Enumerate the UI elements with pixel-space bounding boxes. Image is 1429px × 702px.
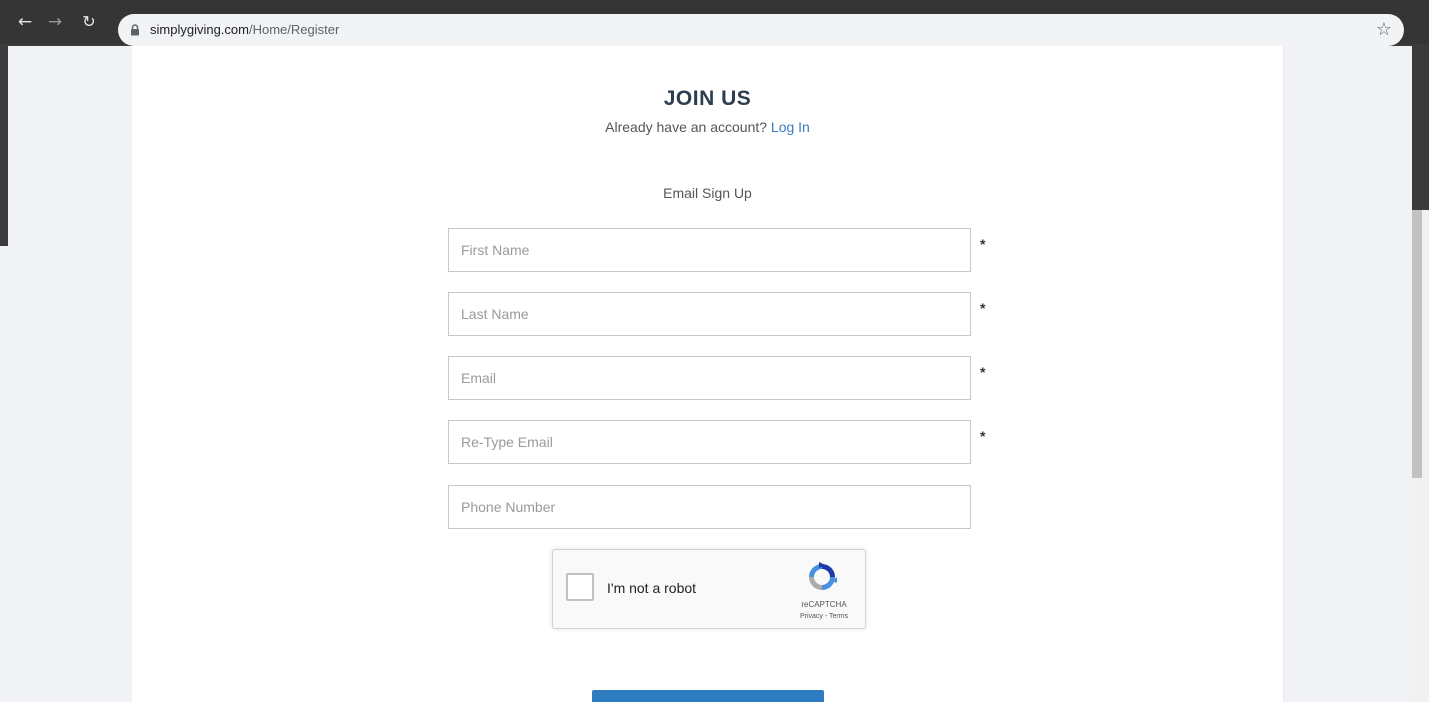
retype-email-required-mark: * — [980, 428, 986, 444]
recaptcha-widget: I'm not a robot reCAPTCHA Privacy - Term… — [552, 549, 866, 629]
submit-button[interactable] — [592, 690, 824, 702]
register-panel: JOIN US Already have an account? Log In … — [132, 46, 1283, 702]
phone-input[interactable] — [448, 485, 971, 529]
retype-email-input[interactable] — [448, 420, 971, 464]
lock-icon — [131, 24, 139, 36]
login-link[interactable]: Log In — [771, 119, 810, 135]
email-signup-label: Email Sign Up — [663, 185, 752, 201]
scrollbar-thumb[interactable] — [1412, 210, 1422, 478]
last-name-input[interactable] — [448, 292, 971, 336]
recaptcha-links[interactable]: Privacy - Terms — [789, 613, 859, 620]
email-required-mark: * — [980, 364, 986, 380]
left-edge — [0, 46, 8, 246]
browser-toolbar: ← → ↻ simplygiving.com/Home/Register ☆ — [0, 0, 1429, 46]
content-divider — [1283, 46, 1284, 702]
star-icon[interactable]: ☆ — [1376, 19, 1392, 40]
address-bar[interactable]: simplygiving.com/Home/Register ☆ — [118, 14, 1404, 46]
login-prompt: Already have an account? Log In — [132, 119, 1283, 135]
url-host: simplygiving.com — [150, 22, 249, 37]
reload-icon[interactable]: ↻ — [78, 11, 100, 33]
last-name-required-mark: * — [980, 300, 986, 316]
recaptcha-logo-icon — [809, 562, 837, 590]
page-title: JOIN US — [663, 87, 752, 110]
recaptcha-checkbox[interactable] — [566, 573, 594, 601]
url-text: simplygiving.com/Home/Register — [150, 22, 339, 37]
arrow-right-icon[interactable]: → — [44, 11, 66, 33]
url-path: /Home/Register — [248, 22, 340, 37]
login-prompt-text: Already have an account? — [605, 119, 771, 135]
first-name-required-mark: * — [980, 236, 986, 252]
recaptcha-brand: reCAPTCHA — [801, 600, 847, 609]
recaptcha-label: I'm not a robot — [607, 580, 697, 596]
first-name-input[interactable] — [448, 228, 971, 272]
arrow-left-icon[interactable]: ← — [14, 11, 36, 33]
page-viewport: JOIN US Already have an account? Log In … — [0, 46, 1412, 702]
email-input[interactable] — [448, 356, 971, 400]
